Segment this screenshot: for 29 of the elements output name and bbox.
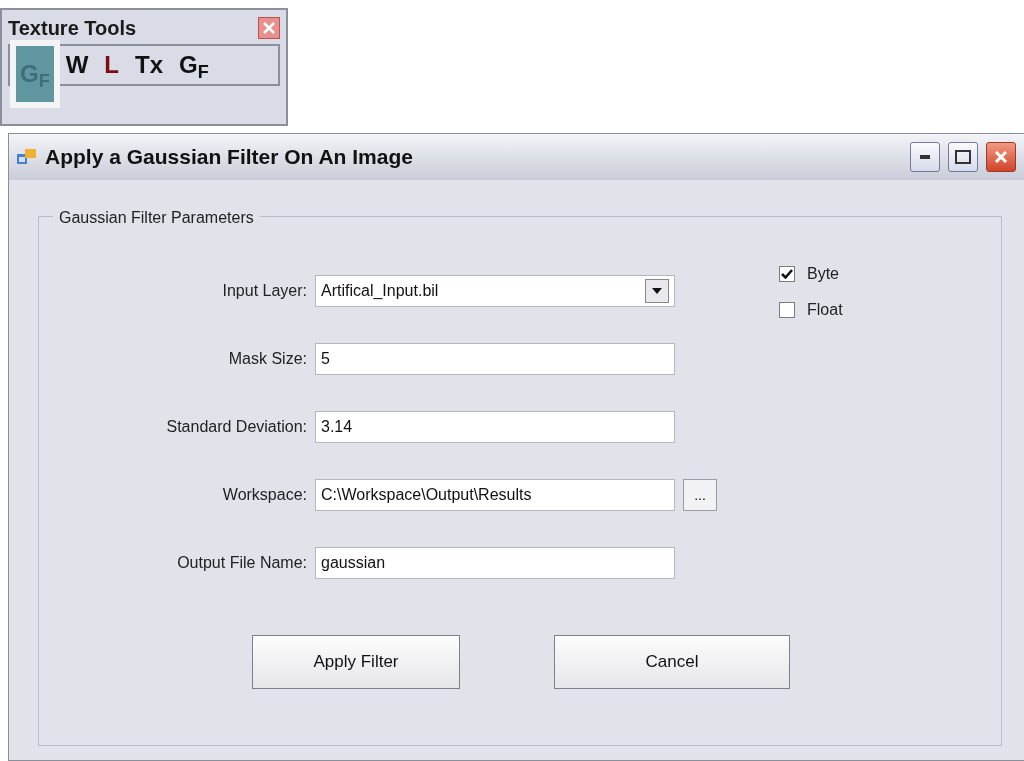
cancel-button[interactable]: Cancel <box>554 635 790 689</box>
maximize-button[interactable] <box>948 142 978 172</box>
close-button[interactable] <box>986 142 1016 172</box>
dropdown-arrow-icon <box>652 288 662 294</box>
input-field[interactable]: 5 <box>315 343 675 375</box>
minimize-icon <box>920 155 930 159</box>
window-title: Apply a Gaussian Filter On An Image <box>45 144 414 171</box>
apply-button[interactable]: Apply Filter <box>252 635 460 689</box>
checkbox[interactable] <box>779 266 795 282</box>
close-icon <box>263 22 275 34</box>
field-label: Output File Name: <box>176 553 308 573</box>
close-button[interactable] <box>258 17 280 39</box>
input-field[interactable]: 3.14 <box>315 411 675 443</box>
dropdown-field[interactable]: Artifical_Input.bil <box>315 275 675 307</box>
minimize-button[interactable] <box>910 142 940 172</box>
field-label: Workspace: <box>221 485 308 505</box>
field-label: Standard Deviation: <box>165 417 308 437</box>
tool-button[interactable]: G$_{F}$ <box>175 35 213 95</box>
checkbox-label: Float <box>807 300 843 320</box>
app-icon <box>17 148 37 166</box>
field-label: Input Layer: <box>221 281 308 301</box>
checkbox-label: Byte <box>807 264 839 284</box>
input-field[interactable]: C:\Workspace\Output\Results <box>315 479 675 511</box>
browse-button[interactable]: ... <box>683 479 717 511</box>
field-label: Mask Size: <box>227 349 308 369</box>
maximize-icon <box>955 150 971 164</box>
close-icon <box>994 150 1008 164</box>
checkbox[interactable] <box>779 302 795 318</box>
input-field[interactable]: gaussian <box>315 547 675 579</box>
